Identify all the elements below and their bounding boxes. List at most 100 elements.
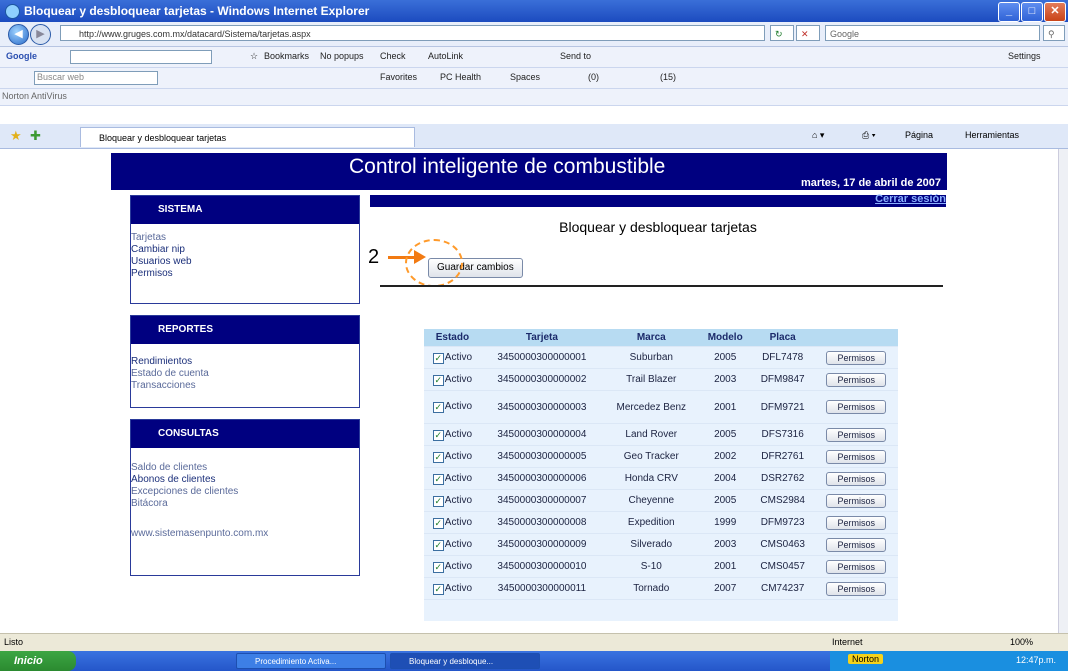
estado-checkbox[interactable]: ✓ <box>432 429 444 441</box>
cell-estado[interactable]: ✓ Activo <box>424 390 481 424</box>
spaces-button[interactable]: Spaces <box>510 72 540 82</box>
cell-modelo: 2005 <box>699 423 751 446</box>
bookmarks-button[interactable]: Bookmarks <box>264 51 309 61</box>
cell-estado[interactable]: ✓ Activo <box>424 577 481 600</box>
google-search-input[interactable] <box>70 50 212 64</box>
search-input[interactable]: Google <box>825 25 1040 41</box>
cell-estado[interactable]: ✓ Activo <box>424 489 481 512</box>
add-favorite-icon[interactable]: ✚ <box>30 128 41 144</box>
autolink-button[interactable]: AutoLink <box>428 51 463 61</box>
back-icon[interactable]: ◀ <box>8 24 29 45</box>
cell-estado[interactable]: ✓ Activo <box>424 511 481 534</box>
permisos-button[interactable]: Permisos <box>826 515 886 530</box>
no-popups-button[interactable]: No popups <box>320 51 364 61</box>
herramientas-menu[interactable]: Herramientas <box>965 130 1019 140</box>
taskbar-item-bloquear[interactable]: Bloquear y desbloque... <box>390 653 540 669</box>
vertical-scrollbar[interactable] <box>1058 149 1068 633</box>
sidebar-item-transacciones[interactable]: Transacciones <box>131 380 196 391</box>
search-icon[interactable]: ⚲ <box>1043 25 1065 41</box>
print-icon[interactable]: ⎙ ▾ <box>862 130 875 141</box>
permisos-button[interactable]: Permisos <box>826 372 886 387</box>
sidebar-item-cambiar-nip[interactable]: Cambiar nip <box>131 244 185 255</box>
col-marca: Marca <box>603 329 700 347</box>
sidebar-footer-link[interactable]: www.sistemasenpunto.com.mx <box>131 528 268 539</box>
minimize-button[interactable]: _ <box>998 2 1020 22</box>
estado-checkbox[interactable]: ✓ <box>432 451 444 463</box>
search-web-input[interactable]: Buscar web <box>34 71 158 85</box>
norton-toolbar: Norton AntiVirus <box>0 89 1068 106</box>
cell-marca: Geo Tracker <box>603 445 700 468</box>
cell-estado[interactable]: ✓ Activo <box>424 467 481 490</box>
system-tray: Norton 12:47p.m. <box>830 651 1068 671</box>
permisos-button[interactable]: Permisos <box>826 400 886 414</box>
cell-tarjeta: 3450000300000003 <box>480 390 603 424</box>
estado-label: Activo <box>444 351 473 363</box>
sidebar-item-usuarios-web[interactable]: Usuarios web <box>131 256 192 267</box>
col-estado: Estado <box>424 329 481 347</box>
sidebar-item-abonos-clientes[interactable]: Abonos de clientes <box>131 474 216 485</box>
cell-action: Permisos <box>814 511 898 534</box>
permisos-button[interactable]: Permisos <box>826 471 886 486</box>
pagina-menu[interactable]: Página <box>905 130 933 140</box>
norton-tray[interactable]: Norton <box>848 654 884 664</box>
mail-count[interactable]: (0) <box>588 72 599 82</box>
send-to-button[interactable]: Send to <box>560 51 591 61</box>
sidebar-sistema-title: SISTEMA <box>131 196 359 224</box>
sidebar-item-saldo-clientes[interactable]: Saldo de clientes <box>131 462 207 473</box>
permisos-button[interactable]: Permisos <box>826 449 886 464</box>
cell-estado[interactable]: ✓ Activo <box>424 423 481 446</box>
cell-estado[interactable]: ✓ Activo <box>424 368 481 391</box>
sidebar-item-tarjetas[interactable]: Tarjetas <box>131 232 166 243</box>
settings-button[interactable]: Settings <box>1008 51 1041 61</box>
cell-estado[interactable]: ✓ Activo <box>424 533 481 556</box>
zoom-level[interactable]: 100% <box>1010 637 1033 647</box>
permisos-button[interactable]: Permisos <box>826 350 886 365</box>
close-button[interactable]: ✕ <box>1044 2 1066 22</box>
sidebar-item-excepciones-clientes[interactable]: Excepciones de clientes <box>131 486 238 497</box>
estado-checkbox[interactable]: ✓ <box>432 583 444 595</box>
sidebar-item-bitacora[interactable]: Bitácora <box>131 498 168 509</box>
cell-marca: Silverado <box>603 533 700 556</box>
forward-icon[interactable]: ▶ <box>30 24 51 45</box>
logout-link[interactable]: Cerrar sesión <box>875 193 946 205</box>
estado-checkbox[interactable]: ✓ <box>432 374 444 386</box>
check-button[interactable]: Check <box>380 51 406 61</box>
stop-icon[interactable]: ✕ <box>796 25 820 41</box>
partial-row-cell <box>424 599 898 621</box>
sidebar-item-permisos[interactable]: Permisos <box>131 268 173 279</box>
permisos-button[interactable]: Permisos <box>826 427 886 442</box>
cell-action: Permisos <box>814 445 898 468</box>
sidebar-item-estado-cuenta[interactable]: Estado de cuenta <box>131 368 209 379</box>
estado-checkbox[interactable]: ✓ <box>432 539 444 551</box>
start-button[interactable]: Inicio <box>0 651 76 671</box>
permisos-button[interactable]: Permisos <box>826 559 886 574</box>
star-icon[interactable]: ☆ <box>250 51 258 62</box>
cell-estado[interactable]: ✓ Activo <box>424 555 481 578</box>
permisos-button[interactable]: Permisos <box>826 537 886 552</box>
messenger-count[interactable]: (15) <box>660 72 676 82</box>
cell-estado[interactable]: ✓ Activo <box>424 346 481 369</box>
pc-health-button[interactable]: PC Health <box>440 72 481 82</box>
estado-checkbox[interactable]: ✓ <box>432 517 444 529</box>
estado-checkbox[interactable]: ✓ <box>432 402 444 413</box>
cell-estado[interactable]: ✓ Activo <box>424 445 481 468</box>
tab-bloquear-tarjetas[interactable]: Bloquear y desbloquear tarjetas <box>80 127 415 147</box>
current-date: martes, 17 de abril de 2007 <box>800 177 941 189</box>
favorites-star-icon[interactable]: ★ <box>10 128 22 144</box>
cell-modelo: 2003 <box>699 533 751 556</box>
estado-checkbox[interactable]: ✓ <box>432 352 444 364</box>
permisos-button[interactable]: Permisos <box>826 493 886 508</box>
sidebar-item-rendimientos[interactable]: Rendimientos <box>131 356 192 367</box>
refresh-icon[interactable]: ↻ <box>770 25 794 41</box>
header-banner: Control inteligente de combustible marte… <box>111 153 947 190</box>
taskbar-item-procedimiento[interactable]: Procedimiento Activa... <box>236 653 386 669</box>
url-input[interactable]: http://www.gruges.com.mx/datacard/Sistem… <box>60 25 765 41</box>
estado-checkbox[interactable]: ✓ <box>432 495 444 507</box>
favorites-button[interactable]: Favorites <box>380 72 417 82</box>
estado-checkbox[interactable]: ✓ <box>432 473 444 485</box>
estado-checkbox[interactable]: ✓ <box>432 561 444 573</box>
maximize-button[interactable]: □ <box>1021 2 1043 22</box>
home-icon[interactable]: ⌂ ▾ <box>812 130 824 141</box>
cell-tarjeta: 3450000300000007 <box>480 489 603 512</box>
permisos-button[interactable]: Permisos <box>826 581 886 596</box>
